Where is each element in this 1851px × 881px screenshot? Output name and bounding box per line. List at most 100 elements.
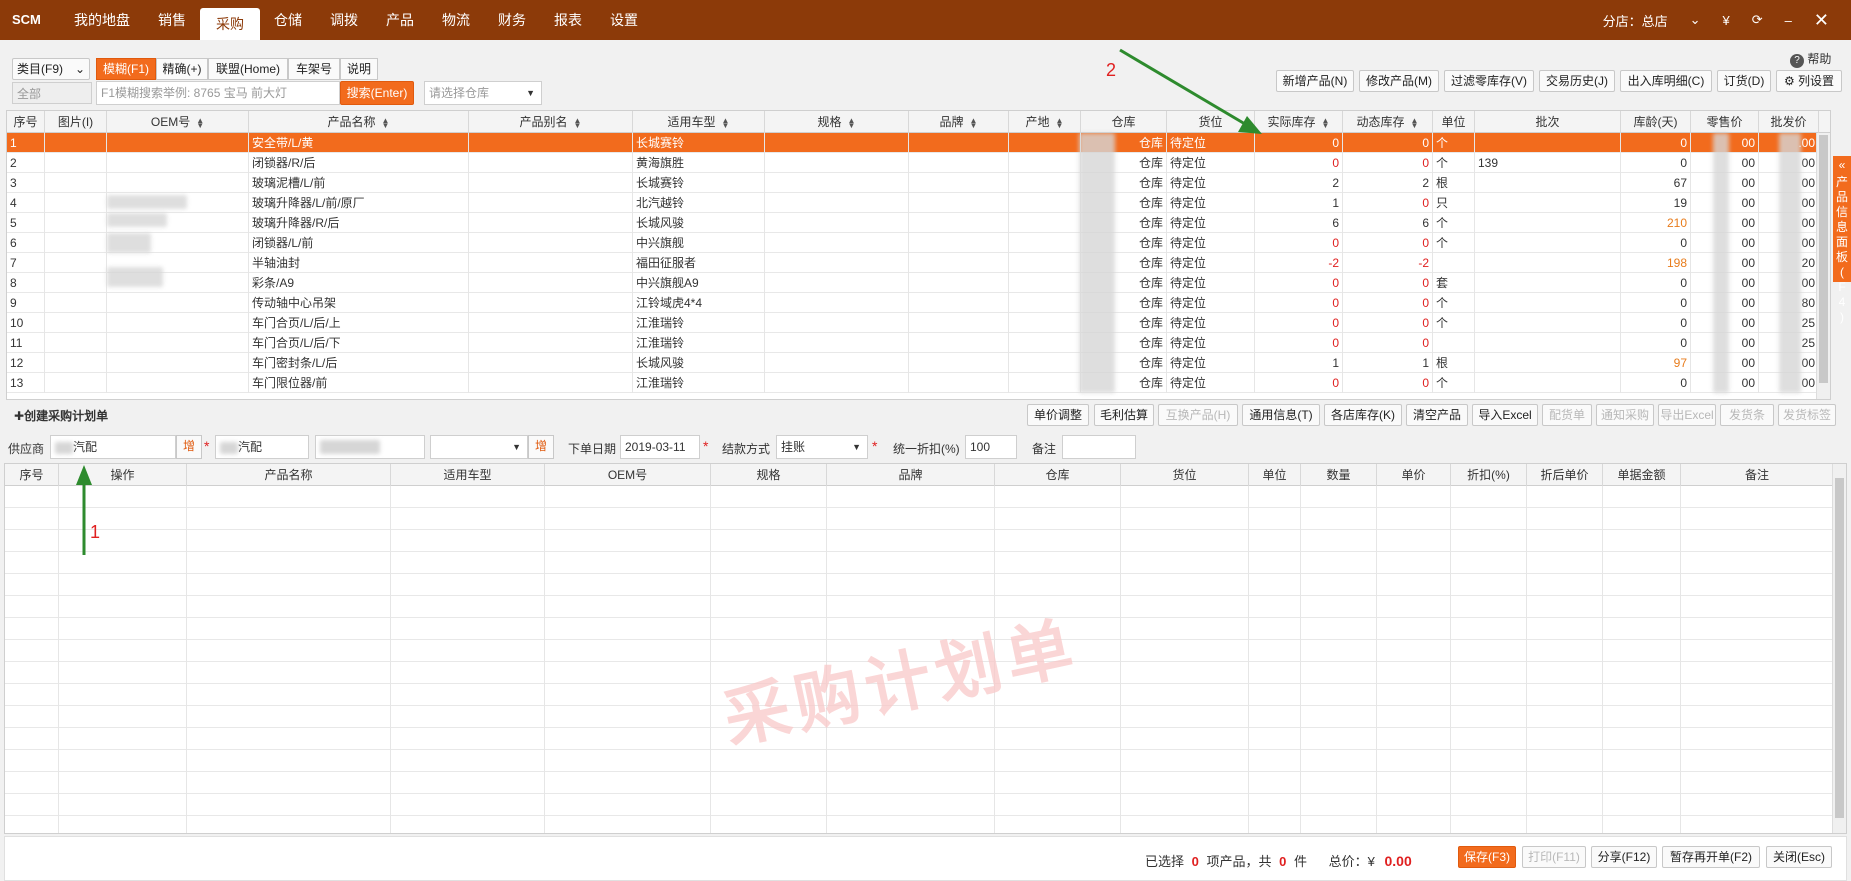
plan-cell[interactable]	[1121, 486, 1249, 508]
tab-alliance[interactable]: 联盟(Home)	[208, 58, 288, 80]
plan-cell[interactable]	[995, 552, 1121, 574]
plan-cell[interactable]	[1603, 640, 1681, 662]
close-icon[interactable]: ✕	[1814, 10, 1829, 31]
plan-cell[interactable]	[5, 530, 59, 552]
plan-cell[interactable]	[1527, 574, 1603, 596]
plan-cell[interactable]	[59, 706, 187, 728]
plan-cell[interactable]	[187, 750, 391, 772]
plan-cell[interactable]	[1301, 794, 1377, 816]
product-info-panel-tab[interactable]: « 产品信息面板(F 4)	[1833, 156, 1851, 324]
plan-cell[interactable]	[1527, 508, 1603, 530]
plan-cell[interactable]	[1377, 508, 1451, 530]
plan-column-header[interactable]: 序号	[5, 464, 59, 486]
plan-cell[interactable]	[1249, 508, 1301, 530]
minimize-icon[interactable]: –	[1785, 13, 1792, 28]
plan-cell[interactable]	[1121, 530, 1249, 552]
plan-cell[interactable]	[1451, 640, 1527, 662]
plan-cell[interactable]	[827, 508, 995, 530]
table-row[interactable]: 5 玻璃升降器/R/后 长城风骏 仓库 待定位 6 6 个 210 00 00	[7, 213, 1830, 233]
plan-cell[interactable]	[711, 530, 827, 552]
plan-cell[interactable]	[1249, 816, 1301, 833]
plan-cell[interactable]	[1603, 728, 1681, 750]
column-header[interactable]: 规格 ▲ ▼	[765, 111, 909, 133]
nav-transfer[interactable]: 调拨	[316, 0, 372, 40]
plan-cell[interactable]	[1249, 684, 1301, 706]
plan-cell[interactable]	[391, 816, 545, 833]
sort-icon[interactable]: ▲ ▼	[382, 116, 390, 129]
plan-cell[interactable]	[545, 816, 711, 833]
column-header[interactable]: 产品名称 ▲ ▼	[249, 111, 469, 133]
plan-cell[interactable]	[1527, 640, 1603, 662]
edit-product-button[interactable]: 修改产品(M)	[1359, 70, 1439, 92]
plan-cell[interactable]	[1301, 574, 1377, 596]
plan-cell[interactable]	[1249, 640, 1301, 662]
column-header[interactable]: 零售价	[1691, 111, 1759, 133]
plan-cell[interactable]	[827, 486, 995, 508]
sort-icon[interactable]: ▲ ▼	[1322, 116, 1330, 129]
plan-cell[interactable]	[1603, 816, 1681, 833]
category-value[interactable]: 全部	[12, 82, 92, 104]
plan-cell[interactable]	[5, 640, 59, 662]
contact-field[interactable]	[315, 435, 425, 459]
plan-cell[interactable]	[391, 640, 545, 662]
column-header[interactable]: 适用车型 ▲ ▼	[633, 111, 765, 133]
plan-cell[interactable]	[1121, 684, 1249, 706]
plan-cell[interactable]	[1121, 662, 1249, 684]
plan-cell[interactable]	[5, 662, 59, 684]
plan-cell[interactable]	[1377, 618, 1451, 640]
nav-sales[interactable]: 销售	[144, 0, 200, 40]
plan-cell[interactable]	[391, 508, 545, 530]
plan-cell[interactable]	[1121, 772, 1249, 794]
plan-cell[interactable]	[1527, 750, 1603, 772]
plan-cell[interactable]	[1451, 618, 1527, 640]
plan-cell[interactable]	[1121, 706, 1249, 728]
column-settings-button[interactable]: ⚙ 列设置	[1776, 70, 1842, 92]
plan-cell[interactable]	[59, 772, 187, 794]
search-button[interactable]: 搜索(Enter)	[340, 81, 414, 105]
nav-my-site[interactable]: 我的地盘	[60, 0, 144, 40]
plan-cell[interactable]	[1603, 596, 1681, 618]
plan-cell[interactable]	[1301, 508, 1377, 530]
plan-cell[interactable]	[545, 574, 711, 596]
search-input[interactable]: F1模糊搜索举例: 8765 宝马 前大灯	[96, 81, 340, 105]
plan-cell[interactable]	[1451, 706, 1527, 728]
plan-cell[interactable]	[1603, 662, 1681, 684]
plan-cell[interactable]	[1121, 794, 1249, 816]
plan-cell[interactable]	[1249, 706, 1301, 728]
plan-cell[interactable]	[545, 684, 711, 706]
plan-cell[interactable]	[59, 508, 187, 530]
plan-cell[interactable]	[187, 640, 391, 662]
plan-toolbar-button[interactable]: 发货条	[1720, 404, 1774, 426]
plan-toolbar-button[interactable]: 导出Excel	[1658, 404, 1716, 426]
plan-cell[interactable]	[187, 486, 391, 508]
sort-icon[interactable]: ▲ ▼	[196, 116, 204, 129]
column-header[interactable]: 批次	[1475, 111, 1621, 133]
plan-cell[interactable]	[1121, 728, 1249, 750]
plan-cell[interactable]	[711, 508, 827, 530]
plan-cell[interactable]	[187, 508, 391, 530]
plan-cell[interactable]	[1603, 794, 1681, 816]
table-row[interactable]: 8 彩条/A9 中兴旗舰A9 仓库 待定位 0 0 套 0 00 00	[7, 273, 1830, 293]
order-date-input[interactable]: 2019-03-11	[620, 435, 700, 459]
column-header[interactable]: OEM号 ▲ ▼	[107, 111, 249, 133]
plan-cell[interactable]	[59, 794, 187, 816]
table-row[interactable]: 4 玻璃升降器/L/前/原厂 北汽越铃 仓库 待定位 1 0 只 19 00 00	[7, 193, 1830, 213]
plan-column-header[interactable]: 产品名称	[187, 464, 391, 486]
plan-cell[interactable]	[1301, 596, 1377, 618]
plan-cell[interactable]	[711, 486, 827, 508]
plan-cell[interactable]	[1451, 816, 1527, 833]
column-header[interactable]: 实际库存 ▲ ▼	[1255, 111, 1343, 133]
plan-cell[interactable]	[1121, 750, 1249, 772]
plan-cell[interactable]	[545, 508, 711, 530]
plan-cell[interactable]	[1301, 662, 1377, 684]
plan-cell[interactable]	[995, 508, 1121, 530]
column-header[interactable]: 批发价	[1759, 111, 1819, 133]
plan-cell[interactable]	[59, 750, 187, 772]
plan-cell[interactable]	[1451, 728, 1527, 750]
plan-cell[interactable]	[545, 750, 711, 772]
chevron-down-icon[interactable]: ⌄	[1690, 12, 1701, 28]
plan-cell[interactable]	[995, 706, 1121, 728]
plan-cell[interactable]	[5, 750, 59, 772]
sort-icon[interactable]: ▲ ▼	[722, 116, 730, 129]
plan-cell[interactable]	[1681, 618, 1834, 640]
